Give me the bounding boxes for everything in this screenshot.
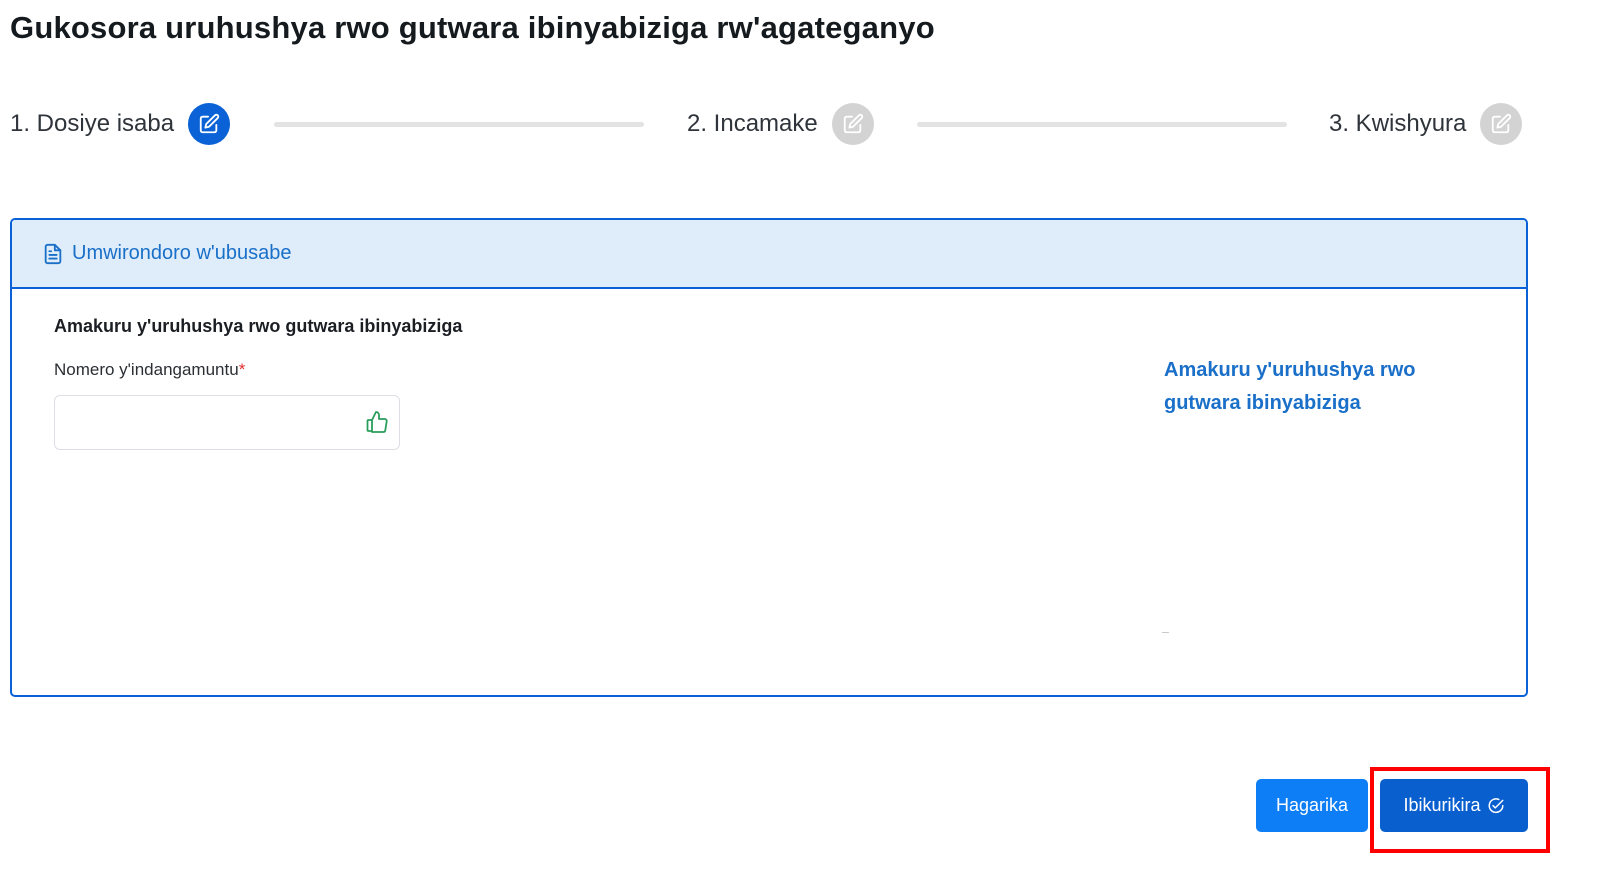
- edit-icon: [188, 103, 231, 145]
- stepper: 1. Dosiye isaba 2. Incamake 3. Kwishyura: [10, 100, 1530, 148]
- id-number-label: Nomero y'indangamuntu*: [54, 360, 245, 380]
- cancel-button[interactable]: Hagarika: [1256, 779, 1368, 832]
- panel-header: Umwirondoro w'ubusabe: [12, 220, 1526, 289]
- divider: [1162, 632, 1169, 633]
- step-label: 3. Kwishyura: [1329, 110, 1467, 137]
- id-number-label-text: Nomero y'indangamuntu: [54, 360, 239, 379]
- step-dosiye-isaba[interactable]: 1. Dosiye isaba: [10, 100, 231, 148]
- check-circle-icon: [1487, 797, 1505, 815]
- next-button-label: Ibikurikira: [1403, 795, 1481, 815]
- panel-header-title: Umwirondoro w'ubusabe: [72, 242, 292, 264]
- document-icon: [42, 242, 64, 266]
- step-label: 1. Dosiye isaba: [10, 110, 175, 137]
- edit-icon: [831, 103, 874, 145]
- id-number-field: [54, 395, 400, 450]
- step-label: 2. Incamake: [687, 110, 818, 137]
- cancel-button-label: Hagarika: [1275, 795, 1349, 815]
- thumbs-up-icon: [365, 410, 389, 439]
- edit-icon: [1480, 103, 1523, 145]
- page-title: Gukosora uruhushya rwo gutwara ibinyabiz…: [10, 10, 935, 45]
- section-title: Amakuru y'uruhushya rwo gutwara ibinyabi…: [54, 316, 463, 336]
- step-connector: [274, 122, 644, 127]
- step-connector: [917, 122, 1287, 127]
- applicant-profile-panel: Umwirondoro w'ubusabe Amakuru y'uruhushy…: [10, 218, 1528, 697]
- required-mark: *: [238, 360, 246, 379]
- id-number-input[interactable]: [55, 396, 355, 449]
- next-button[interactable]: Ibikurikira: [1380, 779, 1528, 832]
- step-kwishyura[interactable]: 3. Kwishyura: [1329, 100, 1523, 148]
- license-info-link[interactable]: Amakuru y'uruhushya rwo gutwara ibinyabi…: [1164, 354, 1464, 420]
- step-incamake[interactable]: 2. Incamake: [687, 100, 874, 148]
